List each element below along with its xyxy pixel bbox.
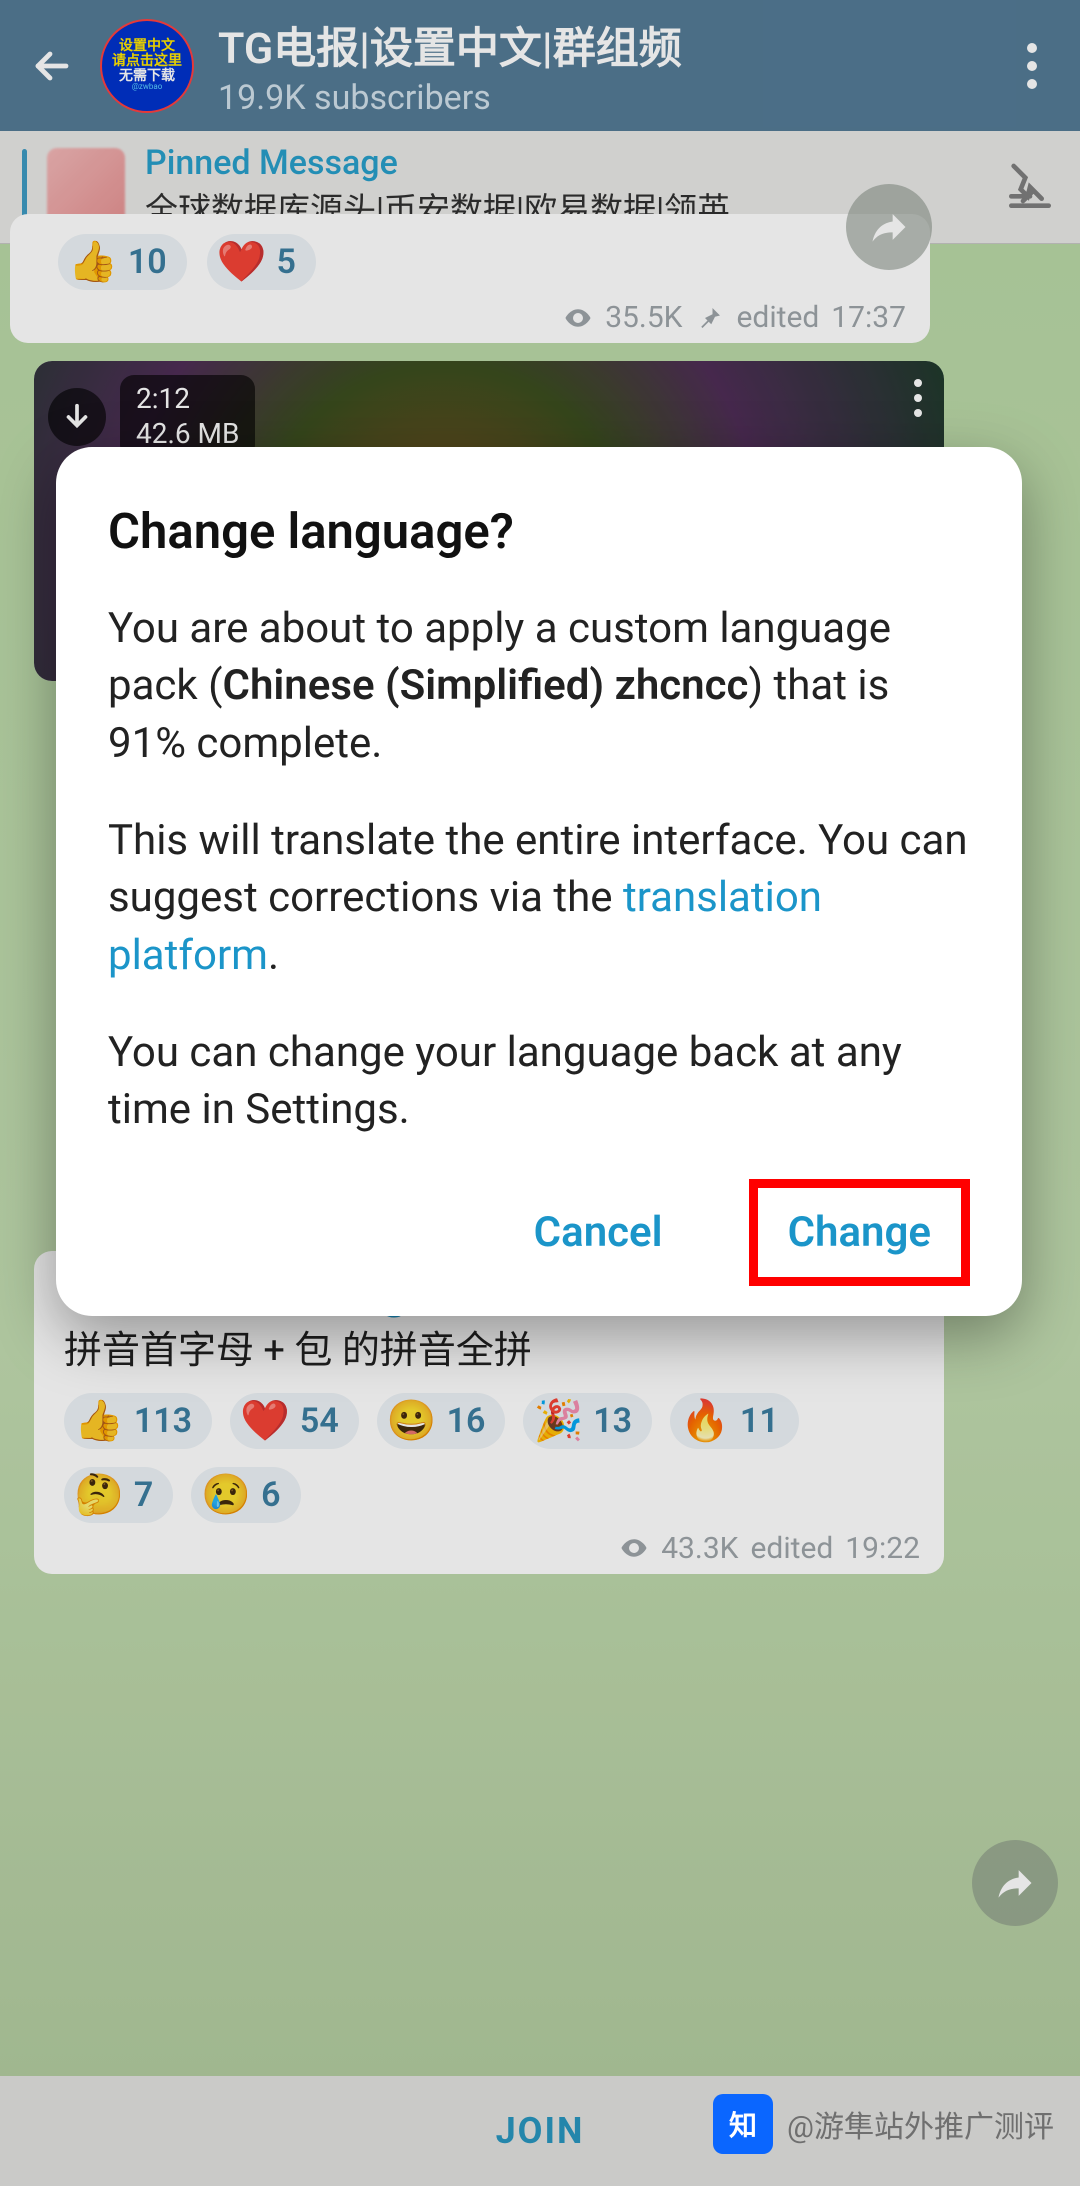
dialog-text: You can change your language back at any… (108, 1024, 970, 1139)
dialog-body: You are about to apply a custom language… (108, 600, 970, 1139)
change-button[interactable]: Change (780, 1194, 939, 1271)
change-language-dialog: Change language? You are about to apply … (56, 447, 1022, 1316)
dialog-text: This will translate the entire interface… (108, 816, 968, 922)
watermark: 知 @游隼站外推广测评 (713, 2094, 1054, 2154)
cancel-button[interactable]: Cancel (508, 1190, 689, 1275)
dialog-title: Change language? (108, 503, 970, 560)
watermark-text: @游隼站外推广测评 (787, 2102, 1054, 2146)
dialog-text: . (268, 931, 279, 980)
annotation-highlight-box: Change (749, 1179, 970, 1286)
language-pack-name: Chinese (Simplified) zhcncc (223, 661, 749, 710)
zhihu-logo-icon: 知 (713, 2094, 773, 2154)
